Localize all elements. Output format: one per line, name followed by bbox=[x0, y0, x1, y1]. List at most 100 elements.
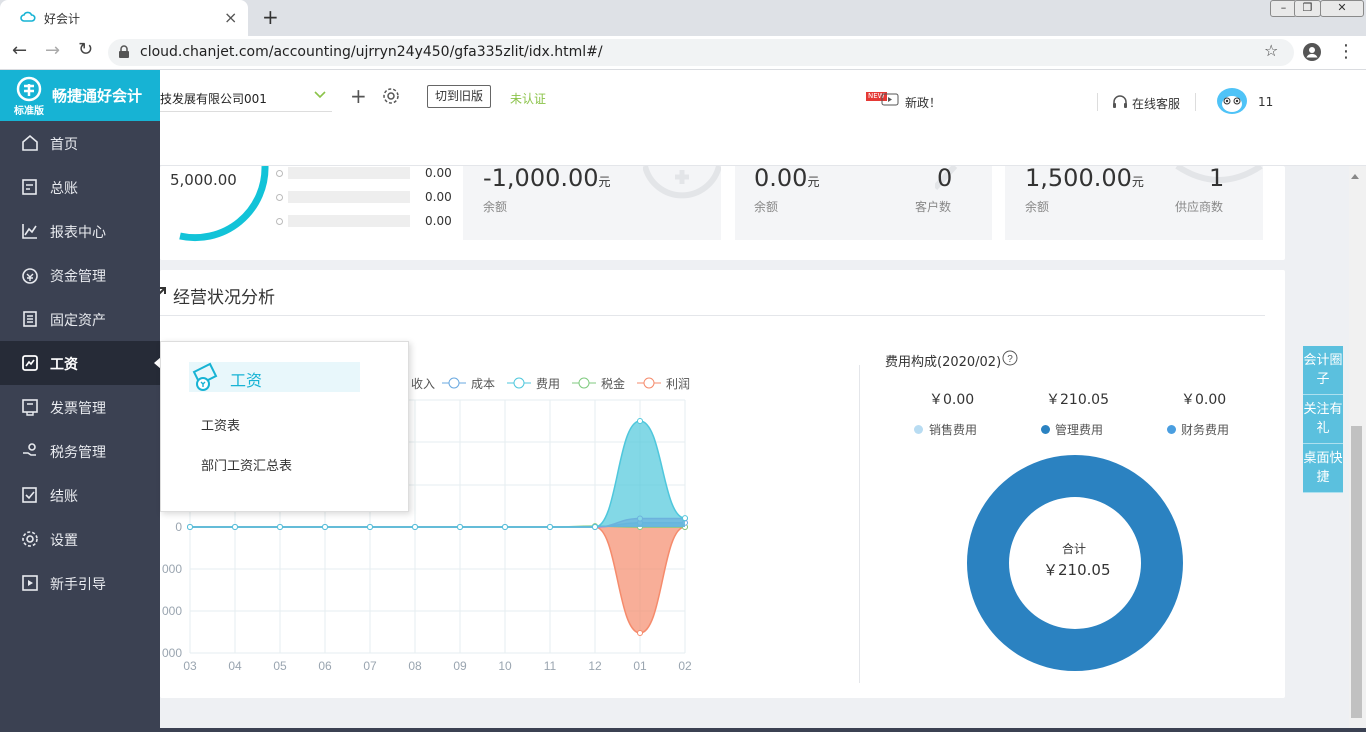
series-point bbox=[637, 418, 643, 424]
x-tick-label: 09 bbox=[453, 659, 467, 673]
card-label: 余额 bbox=[483, 200, 508, 214]
sales-expense-label[interactable]: 销售费用 bbox=[929, 421, 977, 438]
profile-icon[interactable] bbox=[1302, 42, 1322, 62]
flyout-header: 工资 bbox=[189, 362, 360, 392]
reload-icon[interactable]: ↻ bbox=[78, 39, 93, 60]
series-point bbox=[547, 524, 553, 530]
legend-cost-swatch bbox=[442, 377, 466, 389]
bookmark-star-icon[interactable]: ☆ bbox=[1264, 41, 1278, 60]
sales-expense-value: ￥0.00 bbox=[929, 392, 975, 408]
finance-expense-value: ￥0.00 bbox=[1181, 392, 1227, 408]
gear-icon bbox=[22, 531, 38, 547]
switch-old-version-button[interactable]: 切到旧版 bbox=[427, 85, 491, 108]
sidebar-item-tax[interactable]: 税务管理 bbox=[0, 429, 160, 473]
minimize-icon[interactable]: – bbox=[1270, 0, 1297, 17]
bottom-edge bbox=[0, 728, 1366, 732]
closing-icon bbox=[22, 487, 37, 503]
menu-icon[interactable]: ⋮ bbox=[1337, 41, 1355, 62]
svg-text:?: ? bbox=[1007, 354, 1013, 365]
finance-expense-dot bbox=[1167, 425, 1176, 434]
legend-tax[interactable]: 税金 bbox=[601, 375, 625, 392]
divider bbox=[859, 365, 860, 683]
summary-card-customers[interactable]: 0.00元 余额 0 客户数 bbox=[735, 164, 992, 240]
scrollbar-track[interactable] bbox=[1349, 166, 1366, 732]
card-amount: 1,500.00元 bbox=[1025, 164, 1144, 192]
money-bag-icon bbox=[22, 268, 38, 284]
card-watermark-icon bbox=[643, 166, 721, 199]
sidebar-item-reports[interactable]: 报表中心 bbox=[0, 209, 160, 253]
address-bar[interactable]: cloud.chanjet.com/accounting/ujrryn24y45… bbox=[108, 39, 1294, 66]
flyout-item-dept-summary[interactable]: 部门工资汇总表 bbox=[201, 455, 292, 474]
close-window-icon[interactable]: ✕ bbox=[1320, 0, 1364, 17]
user-count: 11 bbox=[1258, 95, 1274, 109]
donut-center-label: 合计 bbox=[1062, 542, 1087, 556]
divider bbox=[1195, 93, 1196, 111]
scrollbar-thumb[interactable] bbox=[1351, 426, 1362, 718]
sidebar-item-fixed-assets[interactable]: 固定资产 bbox=[0, 297, 160, 341]
home-icon bbox=[22, 134, 38, 151]
tab-favicon-icon bbox=[20, 11, 36, 22]
sidebar-item-invoices[interactable]: 发票管理 bbox=[0, 385, 160, 429]
accounting-circle-button[interactable]: 会计圈子 bbox=[1303, 346, 1343, 395]
series-point bbox=[592, 524, 598, 530]
desktop-shortcut-button[interactable]: 桌面快捷 bbox=[1303, 444, 1343, 493]
scroll-up-icon[interactable] bbox=[1351, 174, 1359, 179]
sidebar-item-ledger[interactable]: 总账 bbox=[0, 165, 160, 209]
payroll-flyout-menu: 工资 工资表 部门工资汇总表 bbox=[160, 341, 409, 512]
add-company-icon[interactable]: + bbox=[350, 84, 367, 108]
sidebar-item-home[interactable]: 首页 bbox=[0, 121, 160, 165]
sales-expense-dot bbox=[914, 425, 923, 434]
back-icon[interactable]: ← bbox=[12, 40, 27, 61]
sidebar-item-payroll[interactable]: 工资 bbox=[0, 341, 161, 385]
headset-icon bbox=[1113, 95, 1127, 108]
sidebar-item-funds[interactable]: 资金管理 bbox=[0, 253, 160, 297]
url-text: cloud.chanjet.com/accounting/ujrryn24y45… bbox=[140, 44, 603, 60]
chart-legend: 收入 成本 费用 税金 利润 bbox=[370, 375, 700, 393]
x-tick-label: 07 bbox=[363, 659, 377, 673]
close-tab-icon[interactable]: × bbox=[224, 8, 237, 27]
follow-gift-button[interactable]: 关注有礼 bbox=[1303, 395, 1343, 444]
restore-icon[interactable]: ❐ bbox=[1294, 0, 1321, 17]
series-area bbox=[190, 527, 685, 633]
cert-status[interactable]: 未认证 bbox=[510, 90, 546, 107]
user-avatar[interactable] bbox=[1215, 86, 1249, 116]
company-select[interactable]: 技发展有限公司001 bbox=[160, 84, 332, 112]
payroll-icon bbox=[22, 355, 38, 371]
sidebar-item-settings[interactable]: 设置 bbox=[0, 517, 160, 561]
divider bbox=[1097, 93, 1098, 111]
card-amount: 0.00元 bbox=[754, 164, 820, 192]
legend-income[interactable]: 收入 bbox=[411, 375, 435, 392]
supplier-count: 1 bbox=[1209, 164, 1225, 192]
card-label: 余额 bbox=[754, 200, 779, 214]
series-point bbox=[502, 524, 508, 530]
payroll-money-icon bbox=[192, 362, 218, 391]
right-float-widget: 会计圈子 关注有礼 桌面快捷 bbox=[1303, 346, 1343, 493]
summary-card-suppliers[interactable]: 1,500.00元 余额 1 供应商数 bbox=[1005, 164, 1263, 240]
forward-icon[interactable]: → bbox=[45, 40, 60, 61]
x-tick-label: 02 bbox=[678, 659, 692, 673]
legend-profit[interactable]: 利润 bbox=[666, 375, 690, 392]
series-point bbox=[277, 524, 283, 530]
x-tick-label: 05 bbox=[273, 659, 287, 673]
online-service-link[interactable]: 在线客服 bbox=[1132, 95, 1180, 112]
lock-icon bbox=[119, 45, 129, 58]
brand-logo[interactable]: 畅捷通好会计 标准版 bbox=[0, 70, 160, 121]
mini-row-value: 0.00 bbox=[425, 214, 452, 228]
new-tab-icon[interactable]: + bbox=[262, 5, 279, 29]
sidebar-item-closing[interactable]: 结账 bbox=[0, 473, 160, 517]
browser-tab[interactable]: 好会计 × bbox=[0, 0, 248, 36]
summary-card-bank[interactable]: -1,000.00元 余额 bbox=[463, 164, 721, 240]
finance-expense-label[interactable]: 财务费用 bbox=[1181, 421, 1229, 438]
news-text[interactable]: 新政！ bbox=[905, 94, 941, 111]
series-point bbox=[412, 524, 418, 530]
flyout-item-payroll-sheet[interactable]: 工资表 bbox=[201, 415, 240, 434]
legend-expense[interactable]: 费用 bbox=[536, 375, 560, 392]
sidebar-item-guide[interactable]: 新手引导 bbox=[0, 561, 160, 605]
news-video-icon[interactable]: NEW bbox=[866, 92, 900, 107]
app-subheader bbox=[160, 132, 1366, 166]
admin-expense-label[interactable]: 管理费用 bbox=[1055, 421, 1103, 438]
help-icon[interactable]: ? bbox=[1002, 350, 1018, 366]
legend-cost[interactable]: 成本 bbox=[471, 375, 495, 392]
settings-gear-icon[interactable] bbox=[382, 87, 400, 105]
chevron-down-icon bbox=[314, 91, 326, 99]
